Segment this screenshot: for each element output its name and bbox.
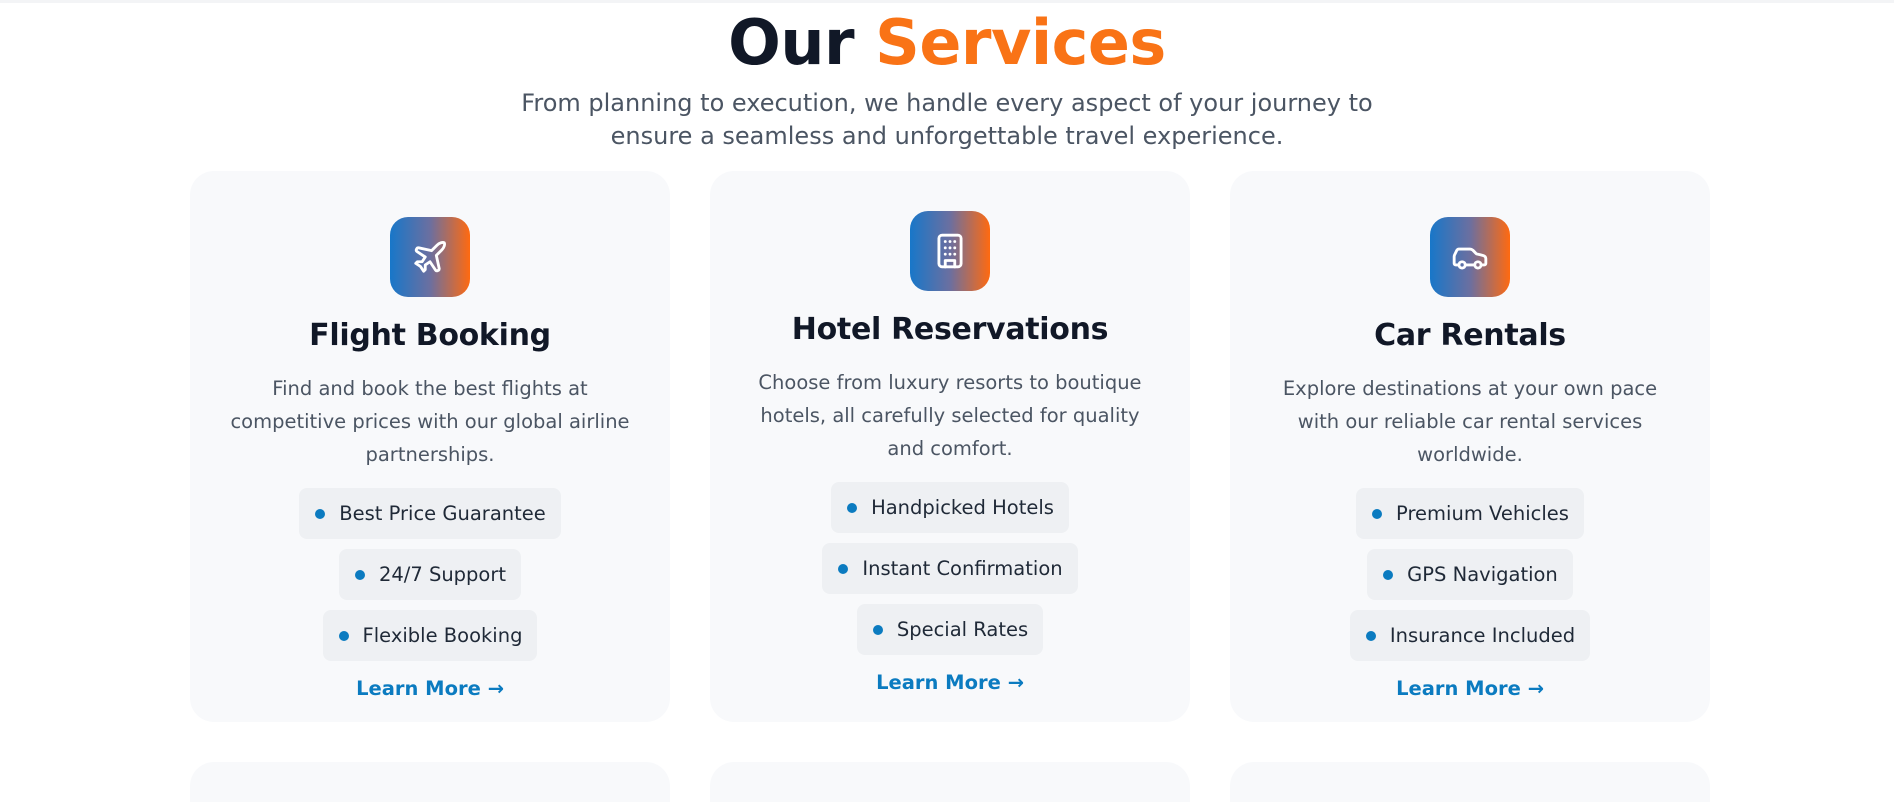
feature-list: Premium Vehicles GPS Navigation Insuranc… — [1349, 488, 1591, 661]
bullet-dot-icon — [315, 508, 326, 519]
section-title: Our Services — [0, 8, 1894, 78]
bullet-dot-icon — [847, 502, 858, 513]
service-title: Car Rentals — [1374, 318, 1566, 353]
bullet-dot-icon — [1365, 630, 1376, 641]
service-card-car-rentals: Car Rentals Explore destinations at your… — [1230, 171, 1710, 722]
feature-badge: Premium Vehicles — [1356, 488, 1584, 539]
section-subtitle: From planning to execution, we handle ev… — [521, 89, 1373, 150]
feature-label: Premium Vehicles — [1396, 502, 1569, 525]
service-card-partial — [190, 762, 670, 802]
feature-badge: Instant Confirmation — [822, 543, 1078, 594]
car-icon — [1430, 217, 1510, 297]
bullet-dot-icon — [838, 563, 849, 574]
learn-more-link[interactable]: Learn More → — [356, 674, 504, 704]
feature-badge: Best Price Guarantee — [299, 488, 561, 539]
service-card-flight-booking: Flight Booking Find and book the best fl… — [190, 171, 670, 722]
service-description: Find and book the best flights at compet… — [230, 377, 630, 466]
service-title: Flight Booking — [309, 318, 551, 353]
feature-badge: 24/7 Support — [338, 549, 522, 600]
bullet-dot-icon — [1372, 508, 1383, 519]
feature-label: Best Price Guarantee — [339, 502, 546, 525]
bullet-dot-icon — [1383, 569, 1394, 580]
feature-badge: Handpicked Hotels — [831, 482, 1069, 533]
service-card-partial — [710, 762, 1190, 802]
bullet-dot-icon — [354, 569, 365, 580]
section-title-highlight: Services — [875, 6, 1166, 79]
airplane-icon — [390, 217, 470, 297]
feature-label: GPS Navigation — [1407, 563, 1558, 586]
service-card-partial — [1230, 762, 1710, 802]
section-title-part1: Our — [728, 6, 855, 79]
building-icon — [910, 211, 990, 291]
feature-badge: GPS Navigation — [1367, 549, 1573, 600]
top-divider — [0, 0, 1894, 3]
feature-label: Flexible Booking — [362, 624, 523, 647]
feature-label: 24/7 Support — [378, 563, 507, 586]
service-title: Hotel Reservations — [791, 312, 1109, 347]
feature-badge: Special Rates — [856, 604, 1044, 655]
bullet-dot-icon — [872, 624, 883, 635]
feature-label: Instant Confirmation — [862, 557, 1063, 580]
feature-label: Handpicked Hotels — [871, 496, 1054, 519]
bullet-dot-icon — [338, 630, 349, 641]
service-description: Explore destinations at your own pace wi… — [1282, 377, 1658, 466]
feature-label: Insurance Included — [1389, 624, 1576, 647]
learn-more-link[interactable]: Learn More → — [876, 668, 1024, 698]
feature-badge: Flexible Booking — [322, 610, 538, 661]
feature-list: Best Price Guarantee 24/7 Support Flexib… — [299, 488, 561, 661]
feature-list: Handpicked Hotels Instant Confirmation S… — [822, 482, 1078, 655]
service-description: Choose from luxury resorts to boutique h… — [758, 371, 1142, 460]
service-card-hotel-reservations: Hotel Reservations Choose from luxury re… — [710, 171, 1190, 722]
feature-label: Special Rates — [896, 618, 1029, 641]
learn-more-link[interactable]: Learn More → — [1396, 674, 1544, 704]
feature-badge: Insurance Included — [1349, 610, 1591, 661]
